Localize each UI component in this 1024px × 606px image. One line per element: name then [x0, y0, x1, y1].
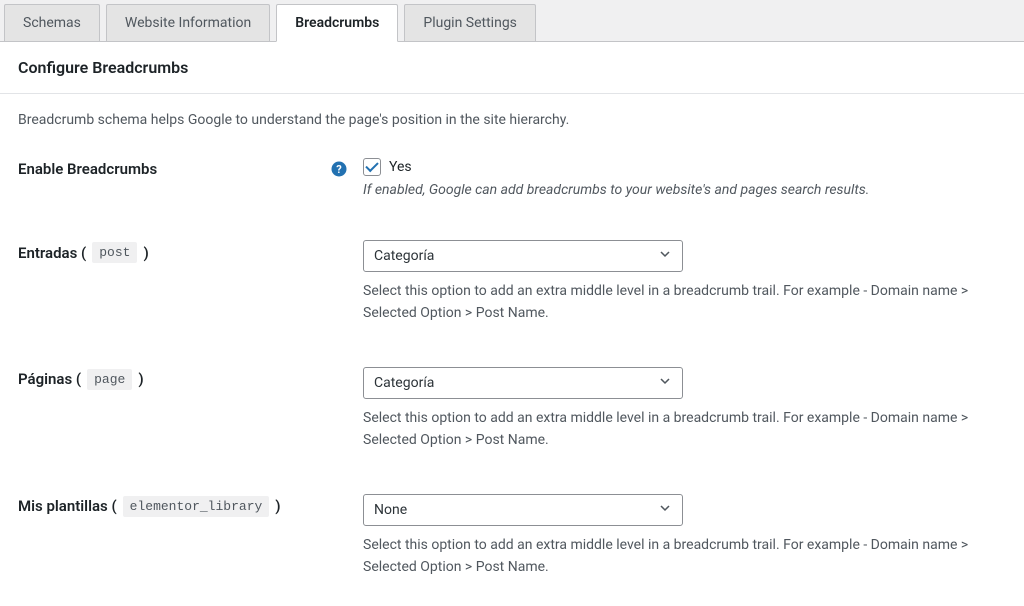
panel-title: Configure Breadcrumbs: [0, 42, 1024, 94]
enable-label-text: Enable Breadcrumbs: [18, 160, 157, 178]
panel-body: Breadcrumb schema helps Google to unders…: [0, 94, 1024, 606]
tab-bar: Schemas Website Information Breadcrumbs …: [0, 0, 1024, 42]
enable-control: Yes If enabled, Google can add breadcrum…: [363, 158, 1006, 198]
plantillas-code: elementor_library: [123, 496, 270, 517]
breadcrumbs-panel: Configure Breadcrumbs Breadcrumb schema …: [0, 42, 1024, 606]
entradas-select-value: Categoría: [374, 248, 434, 264]
paginas-label-pre: Páginas (: [18, 370, 81, 388]
field-paginas: Páginas ( page ) Categoría Select this o…: [18, 367, 1006, 452]
plantillas-select[interactable]: None: [363, 494, 683, 526]
plantillas-select-value: None: [374, 502, 407, 518]
tab-plugin-settings[interactable]: Plugin Settings: [404, 4, 536, 41]
plantillas-desc: Select this option to add an extra middl…: [363, 534, 1006, 579]
svg-text:?: ?: [336, 163, 342, 176]
panel-intro-text: Breadcrumb schema helps Google to unders…: [18, 112, 1006, 128]
tab-website-information[interactable]: Website Information: [106, 4, 270, 41]
entradas-label-pre: Entradas (: [18, 244, 86, 262]
paginas-select-value: Categoría: [374, 375, 434, 391]
paginas-code: page: [87, 369, 132, 390]
enable-checkbox-label: Yes: [389, 159, 412, 175]
entradas-select[interactable]: Categoría: [363, 240, 683, 272]
paginas-control: Categoría Select this option to add an e…: [363, 367, 1006, 452]
chevron-down-icon: [658, 374, 672, 392]
field-entradas: Entradas ( post ) Categoría Select this …: [18, 240, 1006, 325]
enable-checkbox-line: Yes: [363, 158, 1006, 176]
plantillas-control: None Select this option to add an extra …: [363, 494, 1006, 579]
plantillas-label-post: ): [275, 497, 280, 515]
chevron-down-icon: [658, 247, 672, 265]
tab-breadcrumbs[interactable]: Breadcrumbs: [276, 4, 398, 42]
help-icon[interactable]: ?: [331, 161, 347, 177]
enable-help-text: If enabled, Google can add breadcrumbs t…: [363, 182, 1006, 198]
field-label-enable: Enable Breadcrumbs ?: [18, 158, 363, 178]
field-label-paginas: Páginas ( page ): [18, 367, 363, 390]
entradas-desc: Select this option to add an extra middl…: [363, 280, 1006, 325]
entradas-control: Categoría Select this option to add an e…: [363, 240, 1006, 325]
paginas-label-post: ): [138, 370, 143, 388]
field-label-entradas: Entradas ( post ): [18, 240, 363, 263]
field-label-plantillas: Mis plantillas ( elementor_library ): [18, 494, 363, 517]
plantillas-label-pre: Mis plantillas (: [18, 497, 117, 515]
field-plantillas: Mis plantillas ( elementor_library ) Non…: [18, 494, 1006, 579]
tab-schemas[interactable]: Schemas: [4, 4, 100, 41]
chevron-down-icon: [658, 501, 672, 519]
field-enable-breadcrumbs: Enable Breadcrumbs ? Yes If enabled, Goo…: [18, 158, 1006, 198]
paginas-select[interactable]: Categoría: [363, 367, 683, 399]
entradas-label-post: ): [143, 244, 148, 262]
paginas-desc: Select this option to add an extra middl…: [363, 407, 1006, 452]
enable-checkbox[interactable]: [363, 158, 381, 176]
entradas-code: post: [92, 242, 137, 263]
